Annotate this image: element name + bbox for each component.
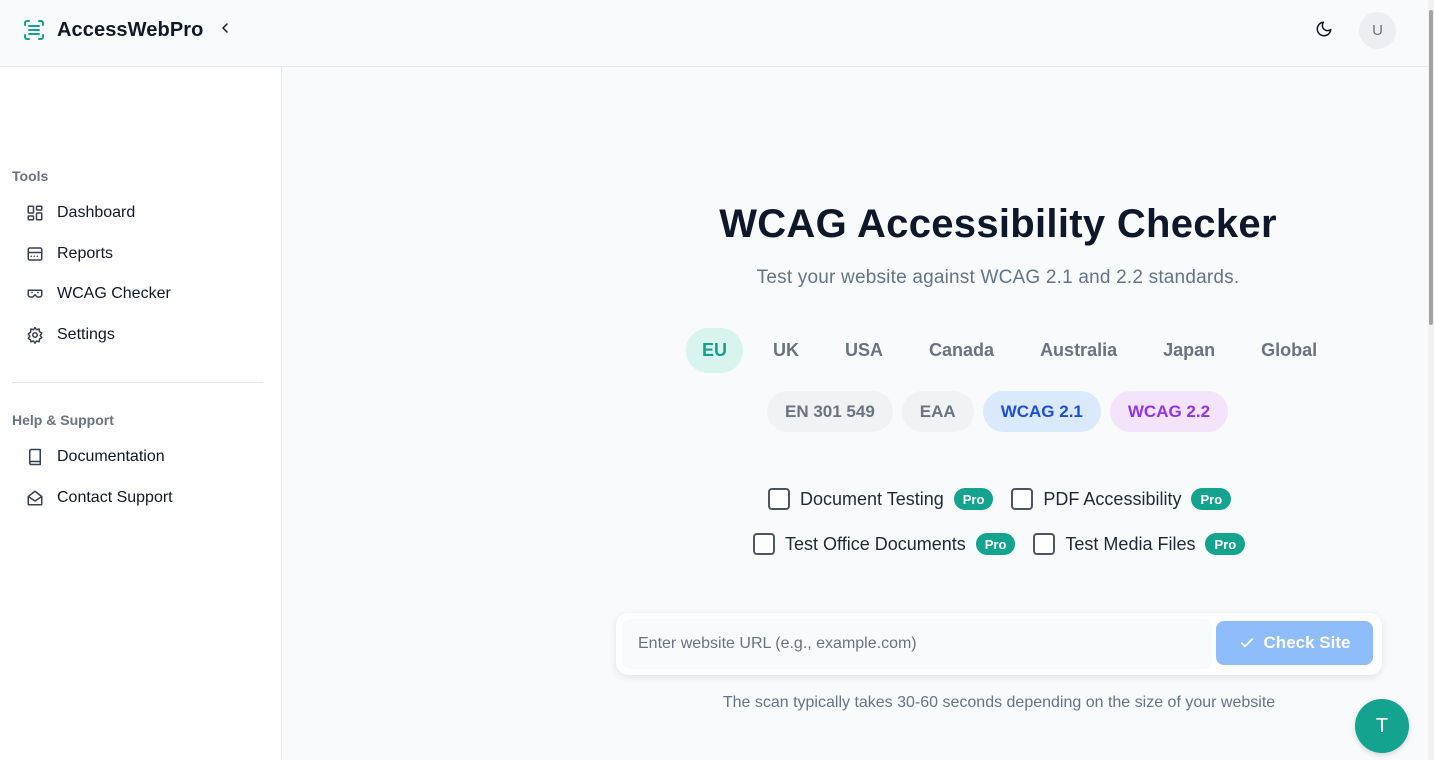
sidebar-item-settings[interactable]: Settings	[12, 317, 264, 353]
option-document-testing[interactable]: Document Testing Pro	[768, 488, 994, 510]
scrollbar-thumb[interactable]	[1429, 10, 1433, 325]
option-label: PDF Accessibility	[1043, 488, 1182, 509]
sidebar: Tools Dashboard Reports WCAG Checker Set…	[0, 67, 282, 760]
chip-wcag-22[interactable]: WCAG 2.2	[1109, 391, 1229, 432]
options-row-2: Test Office Documents Pro Test Media Fil…	[753, 533, 1263, 555]
scan-logo-icon	[22, 18, 46, 42]
collapse-sidebar-button[interactable]	[215, 20, 235, 40]
pro-badge: Pro	[1205, 533, 1246, 555]
office-documents-checkbox[interactable]	[753, 533, 775, 555]
chip-en-301-549[interactable]: EN 301 549	[767, 391, 893, 432]
gear-icon	[26, 326, 44, 344]
option-label: Test Office Documents	[785, 533, 966, 554]
chip-wcag-21[interactable]: WCAG 2.1	[982, 391, 1101, 432]
option-pdf-accessibility[interactable]: PDF Accessibility Pro	[1011, 488, 1232, 510]
sidebar-item-label: Contact Support	[57, 489, 173, 506]
chip-eaa[interactable]: EAA	[901, 391, 974, 432]
tab-japan[interactable]: Japan	[1147, 328, 1231, 373]
sidebar-item-label: Settings	[57, 326, 115, 343]
floating-action-button[interactable]: T	[1355, 699, 1409, 753]
mail-open-icon	[26, 489, 44, 507]
pro-badge: Pro	[1191, 488, 1232, 510]
brand[interactable]: AccessWebPro	[22, 18, 203, 42]
sidebar-item-label: Reports	[57, 245, 114, 262]
reports-icon	[26, 245, 44, 263]
media-files-checkbox[interactable]	[1033, 533, 1056, 555]
sidebar-item-label: WCAG Checker	[57, 285, 171, 302]
top-header: AccessWebPro U	[0, 0, 1428, 67]
tab-usa[interactable]: USA	[829, 328, 899, 373]
sidebar-divider	[12, 382, 263, 383]
check-site-label: Check Site	[1263, 633, 1351, 652]
wcag-checker-icon	[26, 285, 44, 303]
sidebar-item-documentation[interactable]: Documentation	[12, 439, 264, 475]
dashboard-icon	[26, 204, 44, 222]
option-test-media-files[interactable]: Test Media Files Pro	[1033, 533, 1246, 555]
scan-duration-note: The scan typically takes 30-60 seconds d…	[722, 694, 1276, 711]
app-name: AccessWebPro	[57, 18, 204, 41]
document-testing-checkbox[interactable]	[768, 488, 790, 510]
region-tabs: EU UK USA Canada Australia Japan Global	[686, 328, 1347, 373]
tools-section-title: Tools	[12, 168, 49, 184]
page-title: WCAG Accessibility Checker	[719, 202, 1277, 246]
url-search-box: Check Site	[616, 613, 1382, 675]
tab-eu[interactable]: EU	[686, 328, 744, 373]
pro-badge: Pro	[975, 533, 1016, 555]
help-section-title: Help & Support	[12, 412, 114, 428]
sidebar-item-contact-support[interactable]: Contact Support	[12, 480, 264, 516]
tab-uk[interactable]: UK	[757, 328, 815, 373]
check-icon	[1240, 638, 1253, 648]
page-scrollbar[interactable]	[1428, 0, 1434, 760]
sidebar-item-dashboard[interactable]: Dashboard	[12, 195, 264, 231]
options-row-1: Document Testing Pro PDF Accessibility P…	[768, 488, 1249, 510]
option-label: Test Media Files	[1065, 533, 1196, 554]
book-icon	[26, 448, 44, 466]
option-label: Document Testing	[800, 488, 944, 509]
sidebar-item-label: Documentation	[57, 448, 165, 465]
pro-badge: Pro	[953, 488, 994, 510]
url-input[interactable]	[622, 619, 1212, 669]
chevron-left-icon	[217, 20, 233, 41]
page-subtitle: Test your website against WCAG 2.1 and 2…	[756, 267, 1240, 288]
standard-chips: EN 301 549 EAA WCAG 2.1 WCAG 2.2	[767, 391, 1237, 432]
sidebar-item-label: Dashboard	[57, 204, 136, 221]
avatar[interactable]: U	[1359, 12, 1396, 49]
tab-canada[interactable]: Canada	[913, 328, 1010, 373]
moon-icon	[1315, 20, 1333, 43]
tab-australia[interactable]: Australia	[1024, 328, 1133, 373]
tab-global[interactable]: Global	[1245, 328, 1333, 373]
sidebar-item-wcag-checker[interactable]: WCAG Checker	[12, 276, 264, 312]
sidebar-item-reports[interactable]: Reports	[12, 236, 264, 272]
check-site-button[interactable]: Check Site	[1216, 621, 1373, 665]
option-test-office-documents[interactable]: Test Office Documents Pro	[753, 533, 1016, 555]
theme-toggle-button[interactable]	[1312, 19, 1336, 43]
pdf-accessibility-checkbox[interactable]	[1011, 488, 1034, 510]
